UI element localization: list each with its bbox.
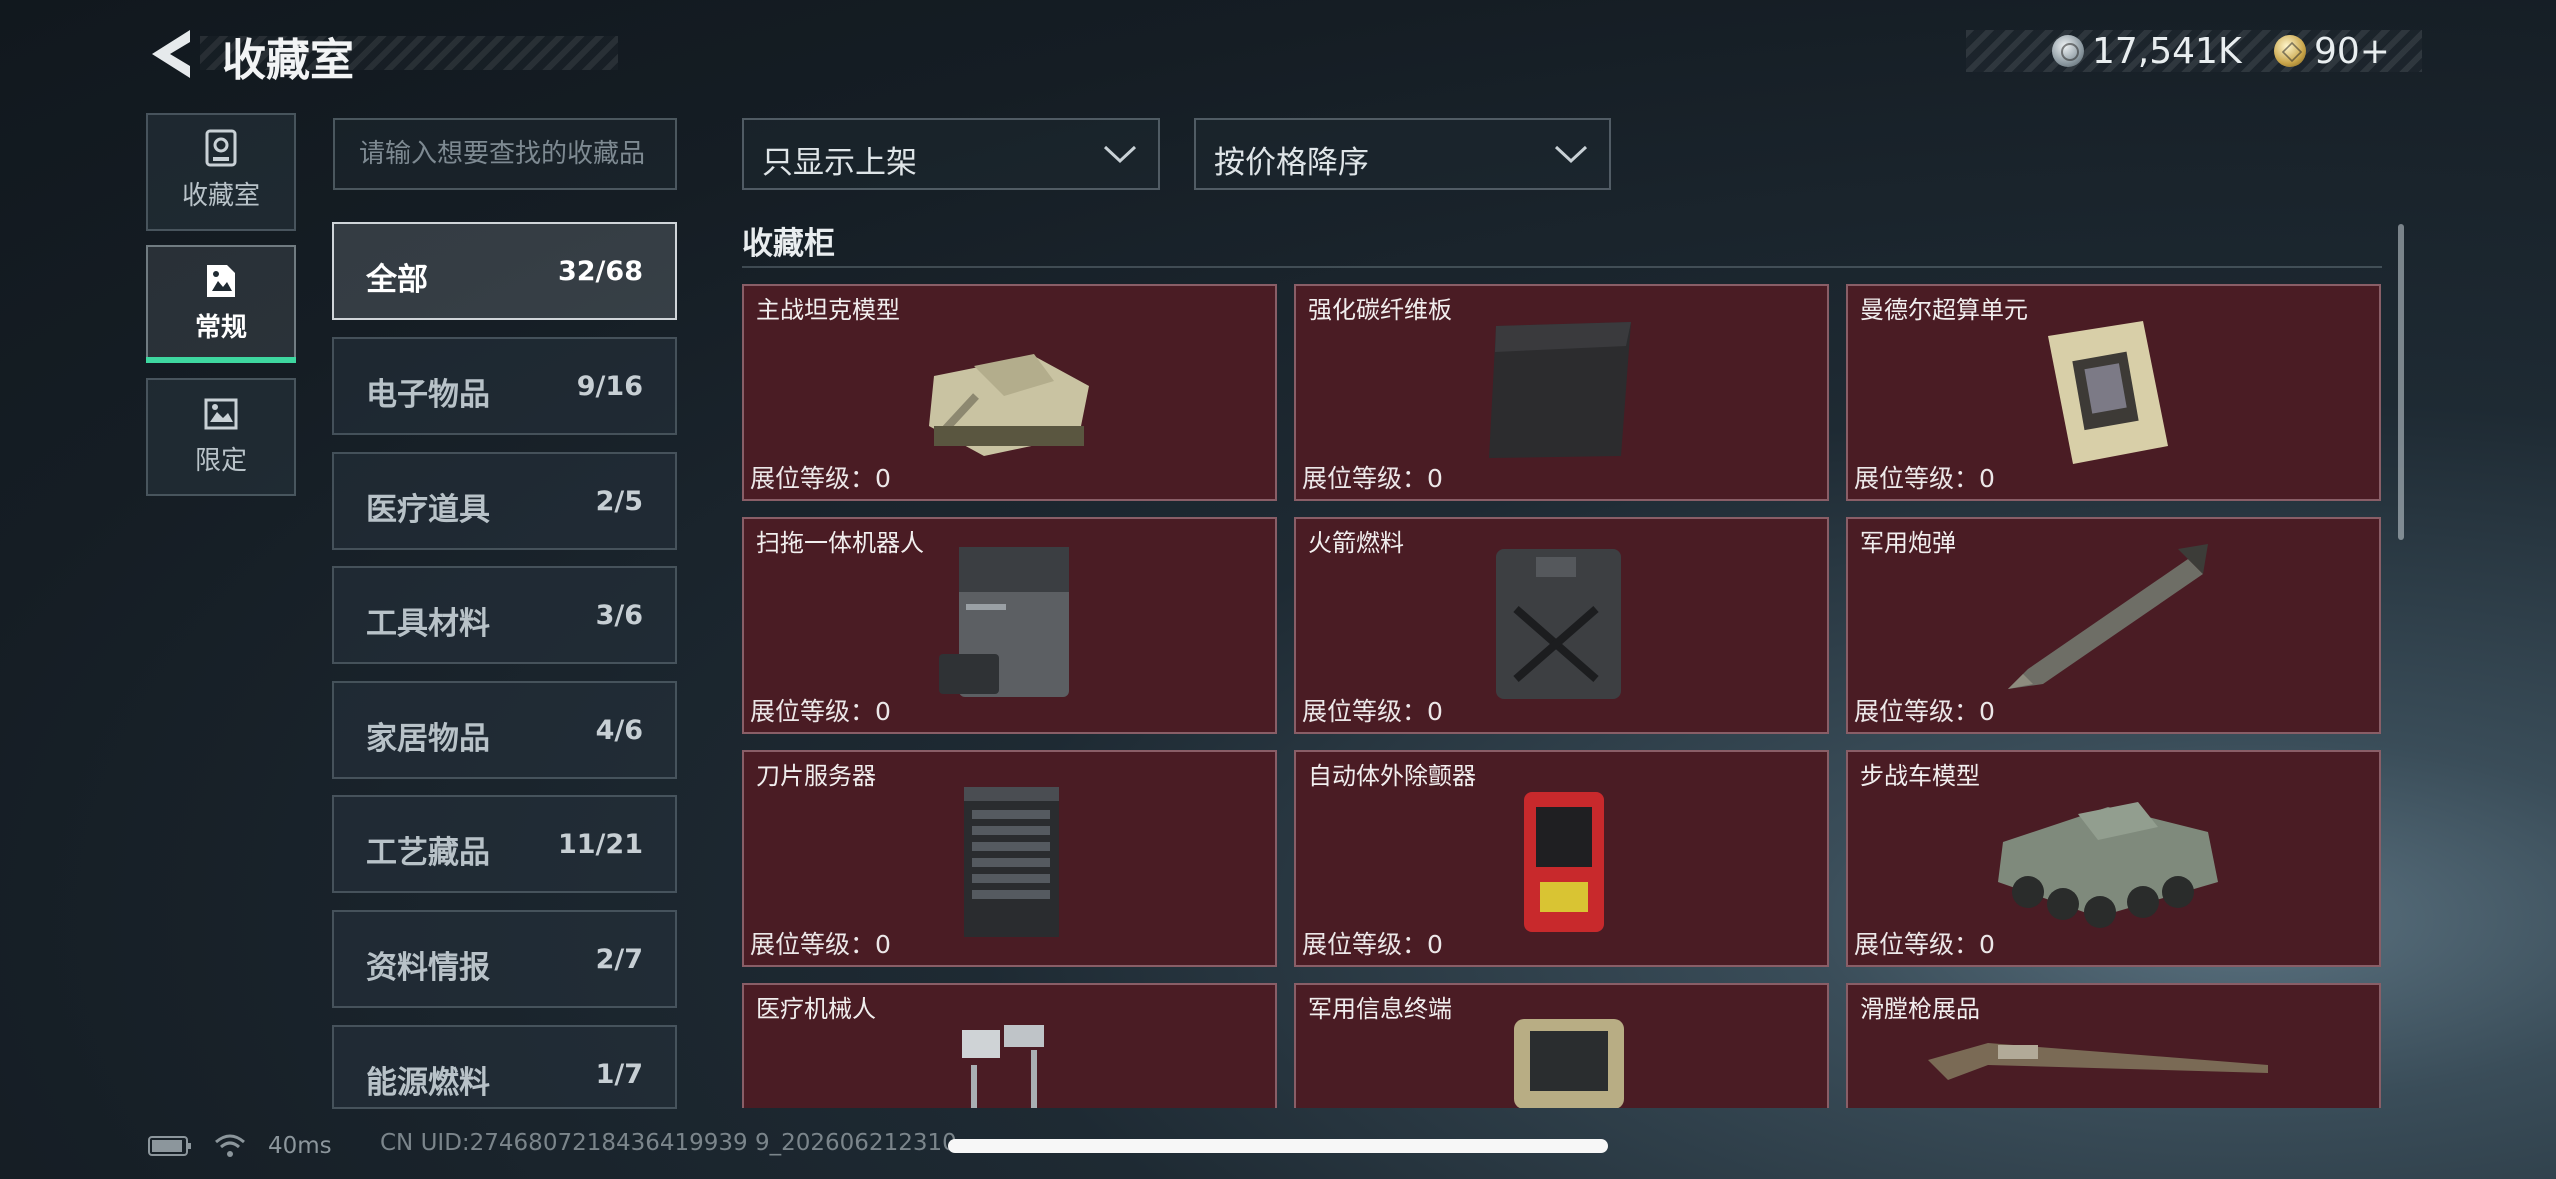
collection-card[interactable]: 自动体外除颤器 展位等级：0 (1294, 750, 1829, 967)
category-count: 1/7 (595, 1059, 643, 1090)
silver-coin-icon (2052, 35, 2084, 67)
category-crafts[interactable]: 工艺藏品 11/21 (332, 795, 677, 893)
regular-collection-icon (207, 265, 235, 297)
gold-currency[interactable]: 90+ (2274, 30, 2390, 72)
tab-collection-room[interactable]: 收藏室 (146, 113, 296, 231)
category-name: 工具材料 (366, 606, 490, 642)
item-name: 扫拖一体机器人 (756, 529, 924, 557)
booth-level: 展位等级：0 (1302, 464, 1443, 493)
collection-card[interactable]: 刀片服务器 展位等级：0 (742, 750, 1277, 967)
category-name: 资料情报 (366, 950, 490, 986)
item-name: 医疗机械人 (756, 995, 876, 1023)
collection-card[interactable]: 扫拖一体机器人 展位等级：0 (742, 517, 1277, 734)
collection-grid[interactable]: 主战坦克模型 展位等级：0 强化碳纤维板 展位等级：0 曼德尔超算单元 展位等级… (742, 284, 2382, 1108)
category-name: 电子物品 (366, 377, 490, 413)
collection-card[interactable]: 火箭燃料 展位等级：0 (1294, 517, 1829, 734)
item-name: 军用信息终端 (1308, 995, 1452, 1023)
tab-limited[interactable]: 限定 (146, 378, 296, 496)
gold-amount: 90+ (2314, 30, 2390, 72)
collection-card[interactable]: 医疗机械人 (742, 983, 1277, 1108)
item-name: 强化碳纤维板 (1308, 296, 1452, 324)
category-count: 2/5 (595, 486, 643, 517)
category-household[interactable]: 家居物品 4/6 (332, 681, 677, 779)
category-tools[interactable]: 工具材料 3/6 (332, 566, 677, 664)
tab-label: 限定 (194, 446, 247, 476)
gold-coin-icon (2274, 35, 2306, 67)
tab-regular[interactable]: 常规 (146, 245, 296, 363)
item-name: 刀片服务器 (756, 762, 876, 790)
booth-level: 展位等级：0 (1854, 930, 1995, 959)
display-filter-dropdown[interactable]: 只显示上架 (742, 118, 1160, 190)
battery-icon (148, 1136, 191, 1156)
active-tab-indicator (146, 357, 296, 363)
item-name: 步战车模型 (1860, 762, 1980, 790)
collection-card[interactable]: 曼德尔超算单元 展位等级：0 (1846, 284, 2381, 501)
category-count: 9/16 (576, 371, 643, 402)
category-count: 4/6 (595, 715, 643, 746)
category-count: 32/68 (557, 256, 643, 287)
booth-level: 展位等级：0 (1854, 697, 1995, 726)
chevron-down-icon (1554, 145, 1588, 164)
category-name: 工艺藏品 (366, 835, 490, 871)
booth-level: 展位等级：0 (750, 464, 891, 493)
cabinet-title: 收藏柜 (742, 226, 835, 262)
booth-level: 展位等级：0 (750, 930, 891, 959)
booth-level: 展位等级：0 (1302, 930, 1443, 959)
currency-bar: 17,541K 90+ (1966, 30, 2422, 72)
category-name: 医疗道具 (366, 492, 490, 528)
collection-card[interactable]: 军用炮弹 展位等级：0 (1846, 517, 2381, 734)
category-name: 家居物品 (366, 721, 490, 757)
booth-level: 展位等级：0 (750, 697, 891, 726)
silver-amount: 17,541K (2092, 30, 2242, 72)
category-all[interactable]: 全部 32/68 (332, 222, 677, 320)
booth-level: 展位等级：0 (1302, 697, 1443, 726)
ping-value: 40ms (268, 1133, 332, 1159)
category-count: 2/7 (595, 944, 643, 975)
back-arrow-icon[interactable] (146, 28, 192, 80)
category-name: 全部 (366, 262, 428, 298)
wifi-icon (215, 1134, 245, 1157)
sort-order-value: 按价格降序 (1214, 145, 1369, 181)
collection-card[interactable]: 主战坦克模型 展位等级：0 (742, 284, 1277, 501)
limited-collection-icon (204, 398, 238, 430)
collection-card[interactable]: 步战车模型 展位等级：0 (1846, 750, 2381, 967)
category-count: 11/21 (557, 829, 643, 860)
divider (742, 266, 2382, 268)
status-bar: 40ms (148, 1122, 332, 1170)
item-name: 滑膛枪展品 (1860, 995, 1980, 1023)
tab-label: 常规 (194, 313, 247, 343)
item-name: 自动体外除颤器 (1308, 762, 1476, 790)
category-medical[interactable]: 医疗道具 2/5 (332, 452, 677, 550)
category-energy[interactable]: 能源燃料 1/7 (332, 1025, 677, 1109)
search-input[interactable] (333, 118, 677, 190)
collection-room-icon (205, 129, 237, 167)
collection-card[interactable]: 强化碳纤维板 展位等级：0 (1294, 284, 1829, 501)
silver-currency: 17,541K (2052, 30, 2242, 72)
sort-order-dropdown[interactable]: 按价格降序 (1194, 118, 1611, 190)
item-name: 军用炮弹 (1860, 529, 1956, 557)
uid-text: CN UID:2746807218436419939 9_20260621231… (380, 1130, 957, 1156)
item-name: 主战坦克模型 (756, 296, 900, 324)
display-filter-value: 只显示上架 (762, 145, 917, 181)
item-name: 火箭燃料 (1308, 529, 1404, 557)
category-intel[interactable]: 资料情报 2/7 (332, 910, 677, 1008)
tab-label: 收藏室 (181, 181, 260, 211)
booth-level: 展位等级：0 (1854, 464, 1995, 493)
category-electronics[interactable]: 电子物品 9/16 (332, 337, 677, 435)
chevron-down-icon (1103, 145, 1137, 164)
collection-card[interactable]: 滑膛枪展品 (1846, 983, 2381, 1108)
top-header: 收藏室 17,541K 90+ (0, 0, 2556, 110)
collection-card[interactable]: 军用信息终端 (1294, 983, 1829, 1108)
page-title: 收藏室 (222, 35, 354, 86)
grid-scrollbar[interactable] (2398, 224, 2404, 540)
category-count: 3/6 (595, 600, 643, 631)
item-name: 曼德尔超算单元 (1860, 296, 2028, 324)
category-name: 能源燃料 (366, 1065, 490, 1101)
home-indicator[interactable] (948, 1139, 1608, 1153)
